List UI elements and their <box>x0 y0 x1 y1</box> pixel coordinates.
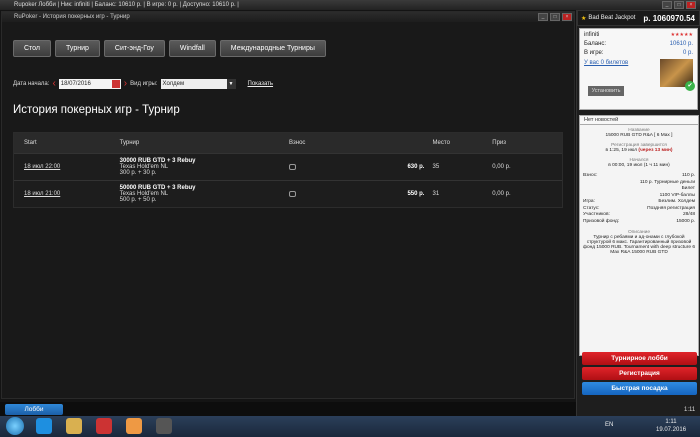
game-type-label: Вид игры: <box>130 80 158 87</box>
tab-tournament[interactable]: Турнир <box>55 40 100 57</box>
register-button[interactable]: Регистрация <box>582 367 697 380</box>
reg-end-value: в 1:25, 19 июл <box>605 148 638 153</box>
tournament-lobby-button[interactable]: Турнирное лобби <box>582 352 697 365</box>
minimize-button[interactable]: _ <box>662 1 672 9</box>
show-link[interactable]: Показать <box>248 81 274 87</box>
header-tournament: Турнир <box>119 140 140 146</box>
game-type-value: Холдем <box>162 80 185 87</box>
next-date-icon[interactable]: › <box>124 78 127 89</box>
header-buyin: Взнос <box>289 140 306 146</box>
panel-time: 1:11 <box>684 407 696 413</box>
screen: Rupoker Лобби | Ник: infiniti | Баланс: … <box>0 0 700 437</box>
prize-value: 0,00 р. <box>492 164 511 170</box>
quick-seat-button[interactable]: Быстрая посадка <box>582 382 697 395</box>
tab-table[interactable]: Стол <box>13 40 52 57</box>
filters-bar: Дата начала: ‹ 18/07/2016 › Вид игры: Хо… <box>13 78 273 89</box>
check-icon: ✔ <box>685 81 695 91</box>
jackpot-value: р. 1060970.54 <box>643 13 695 23</box>
calendar-icon[interactable] <box>111 79 120 88</box>
date-field[interactable]: 18/07/2016 <box>58 78 121 89</box>
start-link[interactable]: 18 июл 21:00 <box>24 191 120 197</box>
maximize-button[interactable]: □ <box>674 1 684 9</box>
history-maximize-button[interactable]: □ <box>550 13 560 21</box>
table-header: Start Турнир Взнос Место Приз <box>14 133 562 153</box>
game-type-tabs: Стол Турнир Сит-энд-Гоу Windfall Междуна… <box>13 40 326 57</box>
game-type-select[interactable]: Холдем ▼ <box>160 78 236 89</box>
balance-value: 10610 р. <box>669 41 693 47</box>
prize-value: 0,00 р. <box>492 191 511 197</box>
jackpot-bar: ★ Bad Beat Jackpot р. 1060970.54 <box>577 10 700 26</box>
description-value: Турнир с ребаями и ад-онами с глубокой с… <box>583 235 695 255</box>
reg-end-relative: (через 13 мин) <box>638 148 673 153</box>
lobby-titlebar: Rupoker Лобби | Ник: infiniti | Баланс: … <box>0 0 700 10</box>
history-title: RuPoker - История покерных игр - Турнир <box>14 14 130 20</box>
poker-app-icon[interactable] <box>156 418 172 434</box>
account-panel: infiniti ★★★★★ Баланс: 10610 р. В игре: … <box>579 28 698 110</box>
lobby-title: Rupoker Лобби | Ник: infiniti | Баланс: … <box>14 2 239 8</box>
history-window: RuPoker - История покерных игр - Турнир … <box>1 11 575 399</box>
lobby-bar: Лобби <box>0 402 576 416</box>
buyin-amount: 630 р. <box>407 164 425 170</box>
clock-time: 1:11 <box>665 419 677 425</box>
buyin-amount: 550 р. <box>407 191 425 197</box>
right-panel: ★ Bad Beat Jackpot р. 1060970.54 infinit… <box>576 10 700 416</box>
start-button-icon[interactable] <box>6 417 24 435</box>
place-value: 31 <box>432 191 440 197</box>
buyin-label: Взнос: <box>583 173 598 178</box>
page-title: История покерных игр - Турнир <box>13 104 180 116</box>
chips-icon <box>289 164 296 170</box>
start-link[interactable]: 18 июл 22:00 <box>24 164 120 170</box>
header-start: Start <box>24 140 37 146</box>
clock[interactable]: 1:11 19.07.2016 <box>656 418 686 434</box>
header-prize: Приз <box>492 140 507 146</box>
prize-pool-value: 15000 р. <box>676 218 695 224</box>
history-minimize-button[interactable]: _ <box>538 13 548 21</box>
star-icon: ★ <box>581 15 587 22</box>
nickname: infiniti <box>584 32 600 38</box>
balance-label: Баланс: <box>584 41 607 47</box>
prize-label: Призовой фонд: <box>583 218 620 224</box>
lobby-button[interactable]: Лобби <box>5 404 63 415</box>
setup-button[interactable]: Установить <box>588 86 624 96</box>
action-buttons: Турнирное лобби Регистрация Быстрая поса… <box>582 352 697 397</box>
date-label: Дата начала: <box>13 80 50 87</box>
language-indicator[interactable]: EN <box>605 422 613 428</box>
history-table: Start Турнир Взнос Место Приз 18 июл 22:… <box>13 132 563 208</box>
date-value: 18/07/2016 <box>60 80 91 87</box>
clock-date: 19.07.2016 <box>656 427 687 433</box>
tab-sit-and-go[interactable]: Сит-энд-Гоу <box>103 40 165 57</box>
tournament-buyin-detail: 500 р. + 50 р. <box>119 197 157 203</box>
header-amount <box>385 133 433 153</box>
taskbar: EN 1:11 19.07.2016 <box>0 416 700 437</box>
place-value: 35 <box>432 164 440 170</box>
chips-icon <box>289 191 296 197</box>
ie-icon[interactable] <box>36 418 52 434</box>
jackpot-label: Bad Beat Jackpot <box>588 15 636 21</box>
ingame-label: В игре: <box>584 50 604 56</box>
chrome-icon[interactable] <box>126 418 142 434</box>
tournament-info-panel: Название 15000 RUB GTD R&A [ 6 Max ] Рег… <box>579 124 699 356</box>
rating-stars-icon: ★★★★★ <box>670 32 693 38</box>
history-titlebar: RuPoker - История покерных игр - Турнир … <box>2 12 574 22</box>
tab-windfall[interactable]: Windfall <box>168 40 216 57</box>
tab-international[interactable]: Международные Турниры <box>219 40 326 57</box>
ingame-value: 0 р. <box>682 50 693 56</box>
history-close-button[interactable]: × <box>562 13 572 21</box>
table-row[interactable]: 18 июл 22:00 30000 RUB GTD + 3 Rebuy Tex… <box>14 153 562 180</box>
chevron-down-icon[interactable]: ▼ <box>226 78 236 89</box>
media-player-icon[interactable] <box>96 418 112 434</box>
main-area: RuPoker - История покерных игр - Турнир … <box>0 10 576 402</box>
folder-icon[interactable] <box>66 418 82 434</box>
prev-date-icon[interactable]: ‹ <box>52 78 55 89</box>
table-row[interactable]: 18 июл 21:00 50000 RUB GTD + 3 Rebuy Tex… <box>14 180 562 207</box>
close-button[interactable]: × <box>686 1 696 9</box>
tournament-buyin-detail: 300 р. + 30 р. <box>119 170 157 176</box>
header-place: Место <box>432 140 450 146</box>
